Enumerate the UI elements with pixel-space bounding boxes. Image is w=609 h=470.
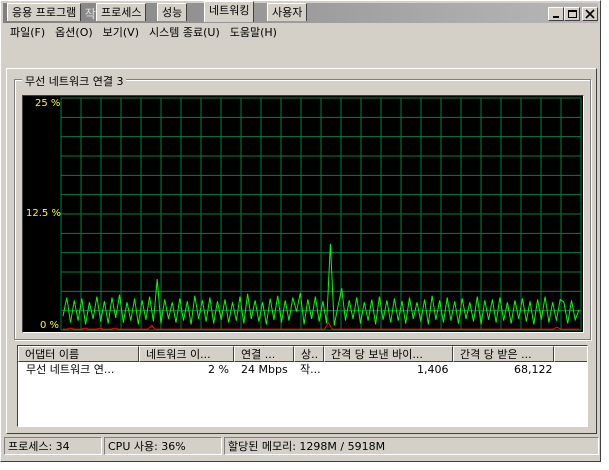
maximize-icon xyxy=(568,10,577,18)
menu-file[interactable]: 파일(F) xyxy=(5,25,50,41)
menu-bar: 파일(F) 옵션(O) 보기(V) 시스템 종료(U) 도움말(H) xyxy=(5,25,282,43)
status-cpu: CPU 사용: 36% xyxy=(104,437,222,455)
column-adapter-name[interactable]: 어댑터 이름 xyxy=(18,346,139,362)
y-label-top: 25 % xyxy=(35,98,61,109)
tab-networking[interactable]: 네트워킹 xyxy=(204,1,255,22)
column-bytes-sent[interactable]: 간격 당 보낸 바이... xyxy=(324,346,453,362)
tab-users[interactable]: 사용자 xyxy=(267,3,308,21)
menu-shutdown[interactable]: 시스템 종료(U) xyxy=(144,25,225,41)
menu-options[interactable]: 옵션(O) xyxy=(50,25,97,41)
cell-network-util: 2 % xyxy=(208,363,229,376)
network-graph-svg xyxy=(60,97,582,331)
y-label-mid: 12.5 % xyxy=(26,208,61,219)
menu-help[interactable]: 도움말(H) xyxy=(225,25,282,41)
minimize-button[interactable] xyxy=(548,7,564,21)
status-processes: 프로세스: 34 xyxy=(4,437,102,455)
column-filler xyxy=(554,346,587,362)
cell-link-speed: 24 Mbps xyxy=(241,363,288,376)
network-graph: 25 % 12.5 % 0 % xyxy=(22,95,584,333)
graph-title: 무선 네트워크 연결 3 xyxy=(22,73,127,89)
cell-adapter-name: 무선 네트워크 연... xyxy=(26,363,115,376)
tab-processes[interactable]: 프로세스 xyxy=(96,3,147,21)
menu-view[interactable]: 보기(V) xyxy=(98,25,144,41)
tab-performance[interactable]: 성능 xyxy=(157,3,188,21)
close-icon xyxy=(585,9,595,19)
close-button[interactable] xyxy=(582,7,598,21)
minimize-icon xyxy=(553,16,559,18)
y-label-bottom: 0 % xyxy=(40,320,60,331)
adapter-list[interactable]: 어댑터 이름 네트워크 이... 연결 ... 상.. 간격 당 보낸 바이..… xyxy=(17,345,588,427)
status-memory: 할당된 메모리: 1298M / 5918M xyxy=(224,437,599,455)
column-network-util[interactable]: 네트워크 이... xyxy=(139,346,234,362)
cell-bytes-received: 68,122 xyxy=(514,363,553,376)
column-link-speed[interactable]: 연결 ... xyxy=(234,346,294,362)
tab-applications[interactable]: 응용 프로그램 xyxy=(7,3,82,21)
maximize-button[interactable] xyxy=(564,7,580,21)
column-bytes-received[interactable]: 간격 당 받은 ... xyxy=(453,346,554,362)
cell-bytes-sent: 1,406 xyxy=(417,363,449,376)
column-state[interactable]: 상.. xyxy=(294,346,324,362)
cell-state: 작... xyxy=(300,363,321,376)
